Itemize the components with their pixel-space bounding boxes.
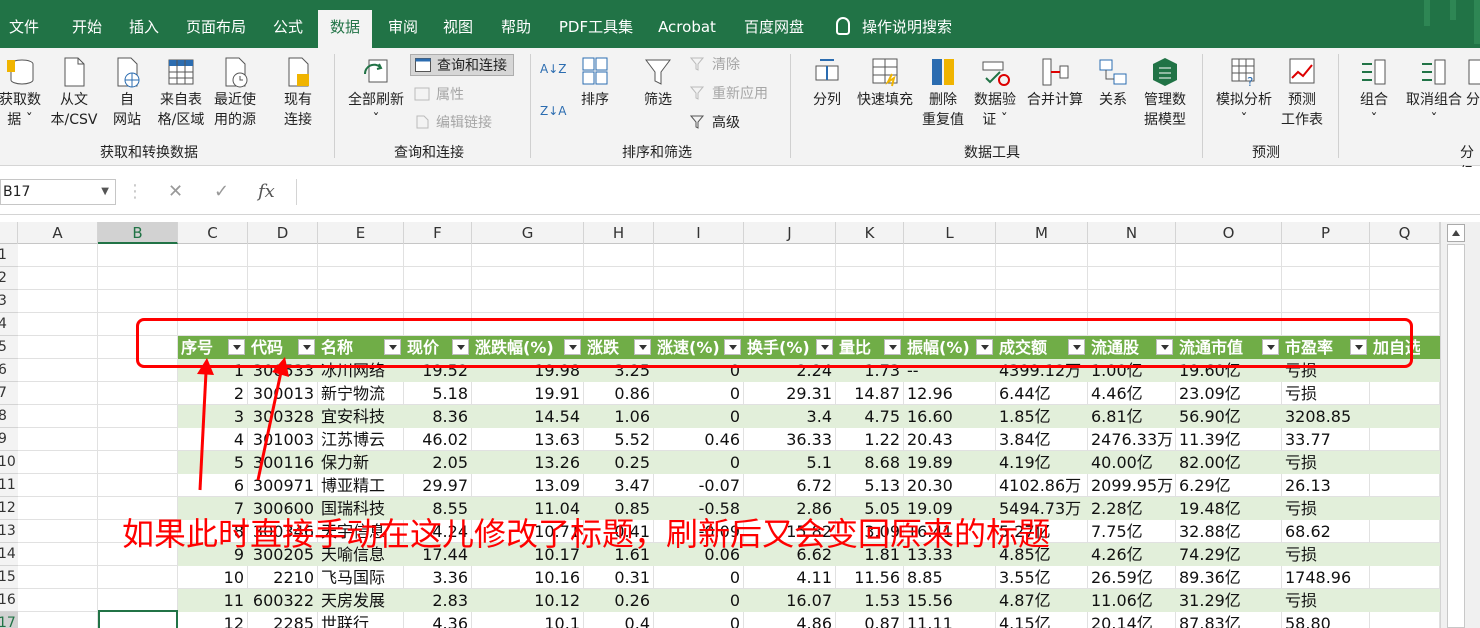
annotation-text: 如果此时直接手动在这儿修改了标题，刷新后又会变回原来的标题 (122, 515, 1051, 553)
excel-window: 文件 开始 插入 页面布局 公式 数据 审阅 视图 帮助 PDF工具集 Acro… (0, 0, 1480, 628)
annotation-arrow (256, 357, 289, 481)
annotation-arrow (197, 358, 214, 491)
